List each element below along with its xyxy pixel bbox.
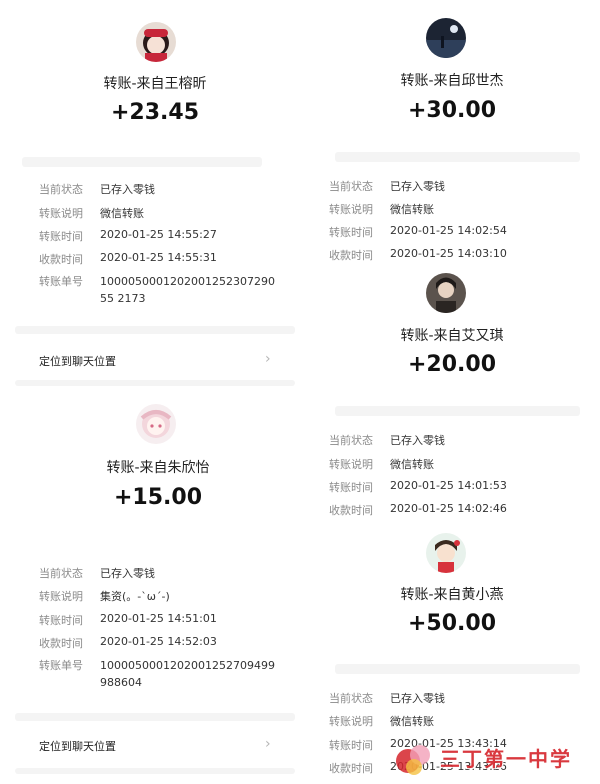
- chevron-right-icon[interactable]: ›: [265, 736, 271, 752]
- note-label: 转账说明: [329, 203, 373, 216]
- status-value: 已存入零钱: [390, 180, 445, 193]
- status-label: 当前状态: [329, 434, 373, 447]
- transfer-title: 转账-来自邱世杰: [400, 73, 504, 89]
- note-label: 转账说明: [39, 207, 83, 220]
- status-label: 当前状态: [39, 567, 83, 580]
- status-value: 已存入零钱: [100, 183, 155, 196]
- right-column: 转账-来自邱世杰 +30.00 当前状态 已存入零钱 转账说明 微信转账 转账时…: [305, 0, 600, 784]
- divider: [15, 380, 295, 386]
- avatar-girl-red-icon: [136, 22, 176, 62]
- receive-time-value: 2020-01-25 14:02:46: [390, 502, 507, 515]
- note-value: 微信转账: [390, 715, 434, 728]
- avatar-anime-girl-icon: [136, 404, 176, 444]
- note-value: 集资(。-`ω´-): [100, 590, 170, 603]
- transfer-time-label: 转账时间: [39, 614, 83, 627]
- receive-time-label: 收款时间: [329, 762, 373, 775]
- transfer-time-label: 转账时间: [329, 226, 373, 239]
- transfer-time-value: 2020-01-25 14:51:01: [100, 612, 217, 625]
- transfer-amount: +30.00: [407, 98, 497, 123]
- transfer-time-value: 2020-01-25 14:02:54: [390, 224, 507, 237]
- divider: [335, 152, 580, 162]
- receive-time-label: 收款时间: [329, 504, 373, 517]
- avatar[interactable]: [136, 22, 176, 62]
- avatar[interactable]: [136, 404, 176, 444]
- avatar-cartoon-girl-icon: [426, 533, 466, 573]
- transfer-time-label: 转账时间: [329, 739, 373, 752]
- avatar[interactable]: [426, 273, 466, 313]
- watermark-logo-icon: [396, 745, 430, 775]
- transfer-amount: +50.00: [407, 611, 497, 636]
- receive-time-value: 2020-01-25 14:52:03: [100, 635, 217, 648]
- transfer-amount: +20.00: [407, 352, 497, 377]
- divider: [22, 157, 262, 167]
- divider: [335, 406, 580, 416]
- transfer-title: 转账-来自黄小燕: [400, 587, 504, 603]
- transfer-title: 转账-来自艾又琪: [400, 328, 504, 344]
- avatar[interactable]: [426, 18, 466, 58]
- chevron-right-icon[interactable]: ›: [265, 351, 271, 367]
- locate-chat-link[interactable]: 定位到聊天位置: [39, 353, 116, 369]
- avatar-night-scene-icon: [426, 18, 466, 58]
- status-value: 已存入零钱: [100, 567, 155, 580]
- status-label: 当前状态: [329, 180, 373, 193]
- divider: [15, 768, 295, 774]
- receive-time-value: 2020-01-25 14:55:31: [100, 251, 217, 264]
- transfer-time-value: 2020-01-25 14:01:53: [390, 479, 507, 492]
- transfer-amount: +23.45: [110, 100, 200, 125]
- order-number-label: 转账单号: [39, 275, 83, 288]
- order-number-label: 转账单号: [39, 659, 83, 672]
- receive-time-label: 收款时间: [329, 249, 373, 262]
- transfer-time-label: 转账时间: [39, 230, 83, 243]
- status-label: 当前状态: [329, 692, 373, 705]
- watermark: 三丁第一中学: [392, 735, 600, 784]
- divider: [15, 326, 295, 334]
- note-value: 微信转账: [100, 207, 144, 220]
- divider: [15, 713, 295, 721]
- order-number-value: 100005000120200125230729055 2173: [100, 275, 275, 305]
- receive-time-label: 收款时间: [39, 253, 83, 266]
- status-value: 已存入零钱: [390, 692, 445, 705]
- status-value: 已存入零钱: [390, 434, 445, 447]
- transfer-title: 转账-来自朱欣怡: [106, 460, 210, 476]
- avatar[interactable]: [426, 533, 466, 573]
- avatar-person-dark-icon: [426, 273, 466, 313]
- locate-chat-link[interactable]: 定位到聊天位置: [39, 738, 116, 754]
- transfer-title: 转账-来自王榕昕: [103, 76, 207, 92]
- receive-time-label: 收款时间: [39, 637, 83, 650]
- left-column: 转账-来自王榕昕 +23.45 当前状态 已存入零钱 转账说明 微信转账 转账时…: [0, 0, 300, 784]
- note-label: 转账说明: [329, 715, 373, 728]
- watermark-text: 三丁第一中学: [440, 747, 572, 771]
- transfer-amount: +15.00: [113, 485, 203, 510]
- note-label: 转账说明: [39, 590, 83, 603]
- note-value: 微信转账: [390, 203, 434, 216]
- note-value: 微信转账: [390, 458, 434, 471]
- receive-time-value: 2020-01-25 14:03:10: [390, 247, 507, 260]
- status-label: 当前状态: [39, 183, 83, 196]
- divider: [335, 664, 580, 674]
- note-label: 转账说明: [329, 458, 373, 471]
- transfer-time-value: 2020-01-25 14:55:27: [100, 228, 217, 241]
- order-number-value: 1000050001202001252709499988604: [100, 659, 275, 689]
- transfer-time-label: 转账时间: [329, 481, 373, 494]
